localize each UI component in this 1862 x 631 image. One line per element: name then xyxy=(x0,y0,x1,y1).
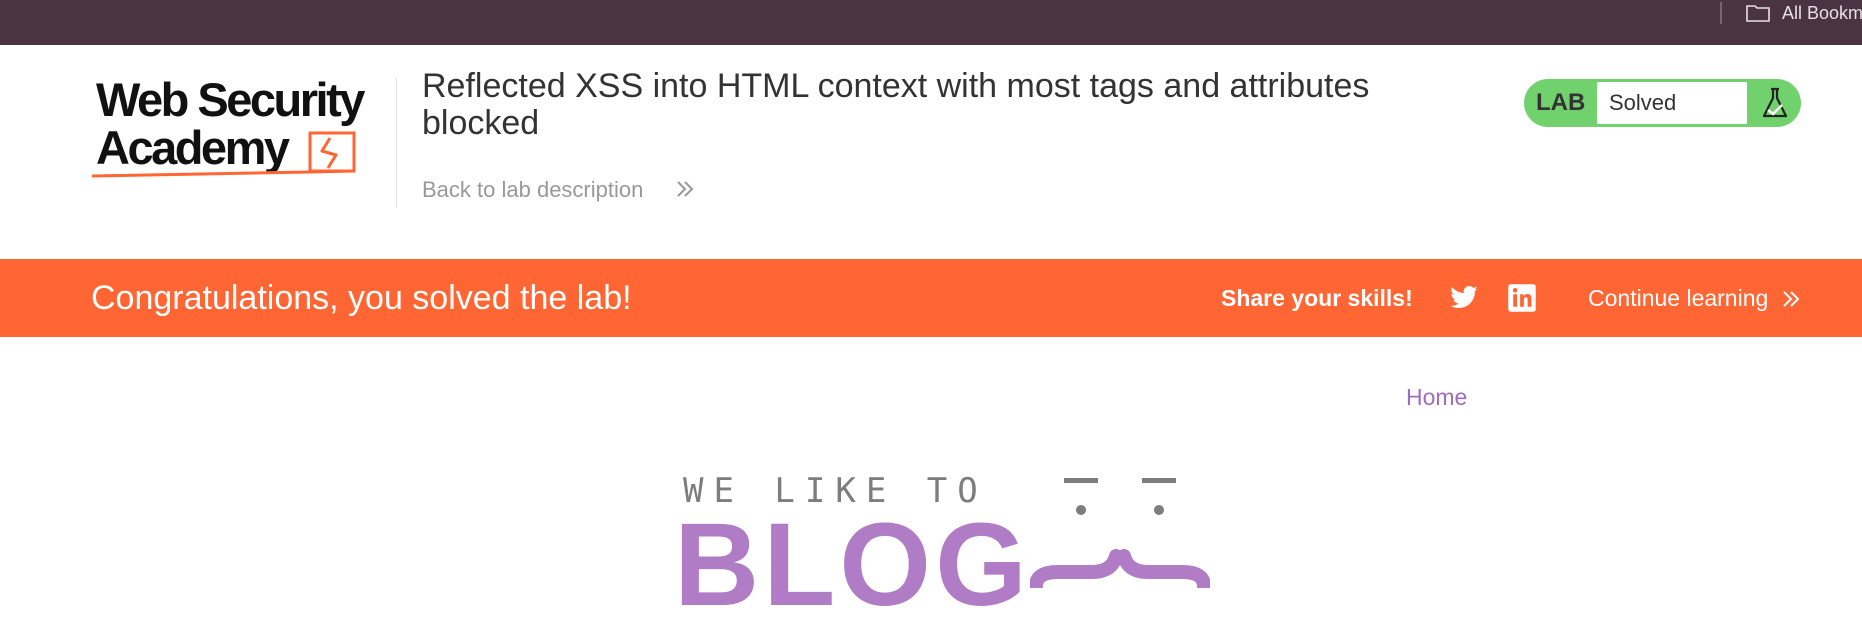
logo-line2: Academy xyxy=(96,121,290,174)
twitter-icon[interactable] xyxy=(1448,283,1480,313)
back-to-lab-description-link[interactable]: Back to lab description xyxy=(422,177,643,203)
lab-status-text: Solved xyxy=(1597,82,1747,124)
linkedin-icon[interactable] xyxy=(1507,283,1537,313)
flask-icon xyxy=(1762,87,1788,118)
blog-wordmark: BLOG xyxy=(674,499,1031,631)
nav-home-link[interactable]: Home xyxy=(1406,384,1467,411)
folder-icon xyxy=(1746,5,1770,22)
double-chevron-right-icon xyxy=(677,181,694,197)
lab-status-widget: LAB Solved xyxy=(1524,79,1801,127)
bookmarks-bar: All Bookm xyxy=(0,0,1862,45)
header-divider xyxy=(396,78,397,208)
lab-badge: LAB xyxy=(1536,89,1586,116)
congratulations-banner: Congratulations, you solved the lab! Sha… xyxy=(0,259,1862,337)
congratulations-message: Congratulations, you solved the lab! xyxy=(91,279,632,317)
bookmarks-separator xyxy=(1720,2,1722,24)
all-bookmarks-button[interactable]: All Bookm xyxy=(1782,3,1862,24)
double-chevron-right-icon xyxy=(1783,291,1800,307)
web-security-academy-logo[interactable]: Web Security Academy xyxy=(92,76,394,186)
logo-line1: Web Security xyxy=(96,76,365,126)
blog-face-icon xyxy=(1030,478,1210,588)
lab-title: Reflected XSS into HTML context with mos… xyxy=(422,67,1370,142)
continue-learning-link[interactable]: Continue learning xyxy=(1588,285,1768,312)
share-skills-label: Share your skills! xyxy=(1221,285,1413,311)
